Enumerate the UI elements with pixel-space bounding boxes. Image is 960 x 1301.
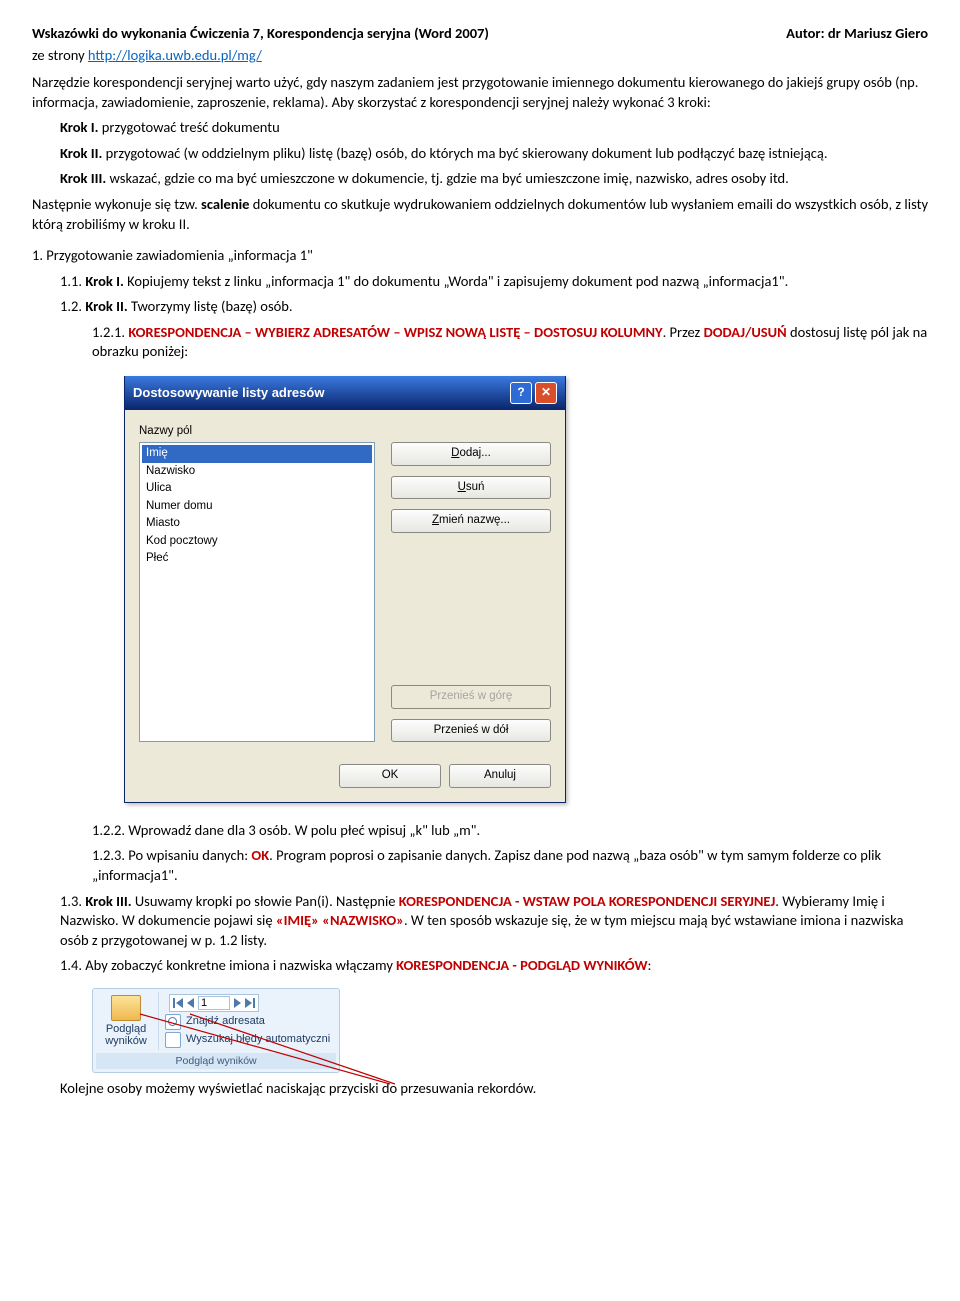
- cancel-button[interactable]: Anuluj: [449, 764, 551, 788]
- add-button[interactable]: Dodaj...: [391, 442, 551, 466]
- list-item[interactable]: Numer domu: [142, 498, 372, 516]
- list-item[interactable]: Kod pocztowy: [142, 533, 372, 551]
- auto-check-errors-button[interactable]: Wyszukaj błędy automatyczni: [165, 1032, 330, 1048]
- doc-author: Autor: dr Mariusz Giero: [786, 24, 928, 44]
- list-item[interactable]: Nazwisko: [142, 463, 372, 481]
- record-navigator[interactable]: [169, 994, 259, 1012]
- footer-note: Kolejne osoby możemy wyświetlać naciskaj…: [60, 1079, 928, 1099]
- move-down-button[interactable]: Przenieś w dół: [391, 719, 551, 743]
- intro-paragraph: Narzędzie korespondencji seryjnej warto …: [32, 73, 928, 112]
- first-record-icon[interactable]: [173, 998, 175, 1008]
- move-up-button[interactable]: Przenieś w górę: [391, 685, 551, 709]
- list-item[interactable]: Płeć: [142, 550, 372, 568]
- next-record-icon[interactable]: [234, 998, 241, 1008]
- merge-paragraph: Następnie wykonuje się tzw. scalenie dok…: [32, 195, 928, 234]
- find-recipient-button[interactable]: Znajdź adresata: [165, 1014, 330, 1030]
- list-item[interactable]: Ulica: [142, 480, 372, 498]
- source-line: ze strony http://logika.uwb.edu.pl/mg/: [32, 46, 928, 66]
- dialog-titlebar: Dostosowywanie listy adresów ? ✕: [125, 376, 565, 410]
- last-record-icon[interactable]: [245, 998, 252, 1008]
- help-button[interactable]: ?: [510, 382, 532, 404]
- step-2: Krok II. przygotować (w oddzielnym pliku…: [60, 144, 928, 164]
- section-1-4: 1.4. Aby zobaczyć konkretne imiona i naz…: [60, 956, 928, 976]
- magnifier-icon: [165, 1014, 181, 1030]
- ribbon-preview-results: Podgląd wyników Znajdź adresata Wyszukaj…: [92, 988, 340, 1073]
- section-1-1: 1.1. Krok I. Kopiujemy tekst z linku „in…: [60, 272, 928, 292]
- source-link[interactable]: http://logika.uwb.edu.pl/mg/: [88, 46, 262, 64]
- section-1-2-1: 1.2.1. KORESPONDENCJA – WYBIERZ ADRESATÓ…: [92, 323, 928, 362]
- section-1-2-2: 1.2.2. Wprowadź dane dla 3 osób. W polu …: [92, 821, 928, 841]
- record-number-input[interactable]: [198, 996, 230, 1010]
- rename-button[interactable]: Zmień nazwę...: [391, 509, 551, 533]
- preview-results-button[interactable]: Podgląd wyników: [96, 993, 156, 1049]
- ok-button[interactable]: OK: [339, 764, 441, 788]
- close-button[interactable]: ✕: [535, 382, 557, 404]
- step-1: Krok I. przygotować treść dokumentu: [60, 118, 928, 138]
- section-1-2-3: 1.2.3. Po wpisaniu danych: OK. Program p…: [92, 846, 928, 885]
- doc-title: Wskazówki do wykonania Ćwiczenia 7, Kore…: [32, 24, 489, 44]
- field-names-label: Nazwy pól: [139, 424, 551, 440]
- delete-button[interactable]: Usuń: [391, 476, 551, 500]
- prev-record-icon[interactable]: [187, 998, 194, 1008]
- section-1-3: 1.3. Krok III. Usuwamy kropki po słowie …: [60, 892, 928, 951]
- check-icon: [165, 1032, 181, 1048]
- customize-address-list-dialog: Dostosowywanie listy adresów ? ✕ Nazwy p…: [124, 376, 566, 803]
- step-3: Krok III. wskazać, gdzie co ma być umies…: [60, 169, 928, 189]
- section-1-2: 1.2. Krok II. Tworzymy listę (bazę) osób…: [60, 297, 928, 317]
- list-item[interactable]: Imię: [142, 445, 372, 463]
- section-1: 1. Przygotowanie zawiadomienia „informac…: [32, 246, 928, 266]
- ribbon-group-label: Podgląd wyników: [96, 1053, 336, 1069]
- list-item[interactable]: Miasto: [142, 515, 372, 533]
- dialog-title: Dostosowywanie listy adresów: [133, 384, 324, 402]
- preview-results-icon: [111, 995, 141, 1021]
- field-listbox[interactable]: Imię Nazwisko Ulica Numer domu Miasto Ko…: [139, 442, 375, 742]
